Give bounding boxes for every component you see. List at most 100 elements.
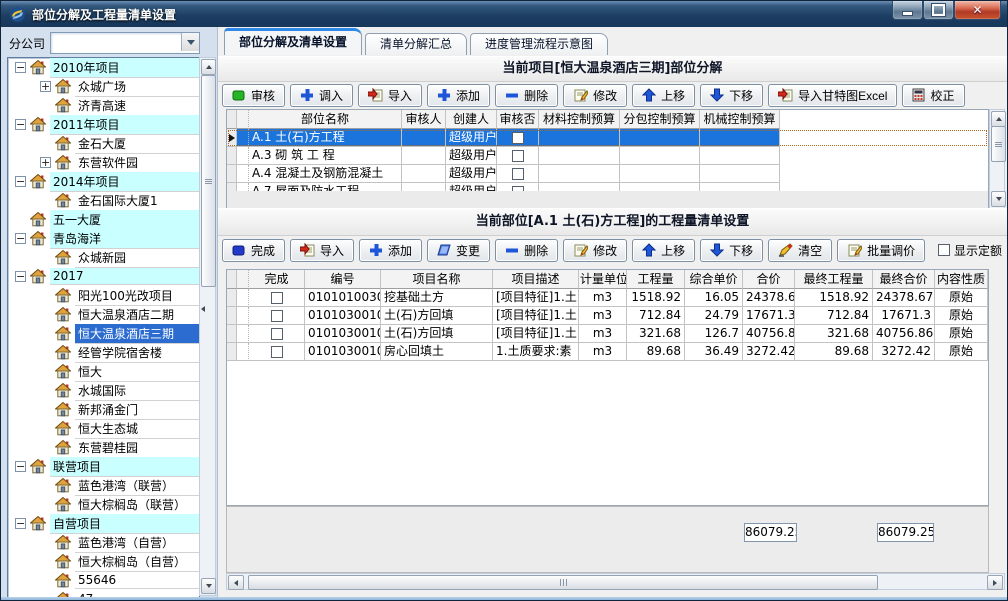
- toolbar-button-1[interactable]: 完成: [222, 239, 285, 262]
- tree-item[interactable]: 恒大棕榈岛（自营）: [8, 552, 199, 571]
- boq-cell-price[interactable]: 126.7: [685, 325, 743, 343]
- auditor-cell[interactable]: [402, 147, 446, 165]
- boq-cell-price[interactable]: 16.05: [685, 289, 743, 307]
- boq-cell-qty[interactable]: 89.68: [627, 343, 685, 361]
- audited-cell[interactable]: [497, 129, 539, 147]
- boq-cell-final-qty[interactable]: 1518.92: [795, 289, 873, 307]
- boq-cell-total[interactable]: 24378.67: [743, 289, 795, 307]
- done-cell[interactable]: [249, 325, 305, 343]
- boq-cell-unit[interactable]: m3: [579, 343, 627, 361]
- collapse-icon[interactable]: −: [15, 271, 26, 282]
- boq-cell-final-total[interactable]: 3272.42: [873, 343, 935, 361]
- toolbar-button-4[interactable]: 添加: [427, 84, 490, 107]
- toolbar-button-2[interactable]: 调入: [290, 84, 353, 107]
- material-budget-cell[interactable]: [539, 165, 620, 183]
- auditor-cell[interactable]: [402, 165, 446, 183]
- toolbar-button-9[interactable]: 导入甘特图Excel: [768, 84, 897, 107]
- audited-cell[interactable]: [497, 147, 539, 165]
- toolbar-button-7[interactable]: 上移: [632, 239, 695, 262]
- subcontract-budget-cell[interactable]: [620, 165, 700, 183]
- tree-item[interactable]: −联营项目: [8, 457, 199, 476]
- boq-cell-total[interactable]: 40756.86: [743, 325, 795, 343]
- tree-scrollbar[interactable]: [199, 57, 216, 596]
- tree-item[interactable]: −2010年项目: [8, 58, 199, 77]
- boq-cell-nature[interactable]: 原始: [935, 307, 988, 325]
- tree-item[interactable]: 恒大生态城: [8, 419, 199, 438]
- material-budget-cell[interactable]: [539, 147, 620, 165]
- boq-cell-final-qty[interactable]: 89.68: [795, 343, 873, 361]
- boq-cell-price[interactable]: 24.79: [685, 307, 743, 325]
- boq-cell-name[interactable]: 土(石)方回填: [381, 307, 493, 325]
- tree-item[interactable]: −自营项目: [8, 514, 199, 533]
- boq-cell-desc[interactable]: [项目特征]1.土: [493, 325, 579, 343]
- creator-cell[interactable]: 超级用户: [446, 129, 497, 147]
- hscroll-right-button[interactable]: [987, 575, 1003, 590]
- boq-cell-total[interactable]: 3272.42: [743, 343, 795, 361]
- boq-cell-final-total[interactable]: 40756.86: [873, 325, 935, 343]
- tree-item[interactable]: 恒大棕榈岛（联营）: [8, 495, 199, 514]
- close-button[interactable]: ✕: [954, 1, 1001, 20]
- horizontal-scrollbar[interactable]: [226, 573, 1005, 590]
- tree-item[interactable]: 金石国际大厦1: [8, 191, 199, 210]
- toolbar-button-8[interactable]: 下移: [700, 239, 763, 262]
- boq-cell-final-total[interactable]: 24378.67: [873, 289, 935, 307]
- parts-table-scrollbar[interactable]: [989, 109, 1005, 209]
- restore-button[interactable]: [923, 1, 954, 20]
- collapse-icon[interactable]: −: [15, 62, 26, 73]
- tree-scroll-thumb[interactable]: [201, 75, 216, 287]
- parts-table-row[interactable]: A.4 混凝土及钢筋混凝土 超级用户: [227, 165, 988, 183]
- parts-scroll-up-button[interactable]: [991, 111, 1006, 127]
- boq-cell-code[interactable]: 010101003001: [305, 289, 381, 307]
- tree-item[interactable]: 恒大: [8, 362, 199, 381]
- tree-item[interactable]: −青岛海洋: [8, 229, 199, 248]
- boq-cell-unit[interactable]: m3: [579, 289, 627, 307]
- toolbar-button-5[interactable]: 删除: [495, 239, 558, 262]
- done-cell[interactable]: [249, 343, 305, 361]
- expand-icon[interactable]: +: [40, 157, 51, 168]
- audited-checkbox[interactable]: [512, 150, 524, 162]
- parts-table-row[interactable]: A.3 砌 筑 工 程超级用户: [227, 147, 988, 165]
- tree-item[interactable]: 五一大厦: [8, 210, 199, 229]
- tree-scroll-up-button[interactable]: [201, 59, 216, 75]
- toolbar-button-5[interactable]: 删除: [495, 84, 558, 107]
- boq-cell-total[interactable]: 17671.3: [743, 307, 795, 325]
- boq-cell-code[interactable]: 010103001002: [305, 325, 381, 343]
- boq-cell-code[interactable]: 010103001001: [305, 307, 381, 325]
- tab-3[interactable]: 进度管理流程示意图: [470, 33, 608, 55]
- boq-cell-unit[interactable]: m3: [579, 307, 627, 325]
- audited-checkbox[interactable]: [512, 132, 524, 144]
- company-select-dropdown-button[interactable]: [181, 33, 199, 51]
- creator-cell[interactable]: 超级用户: [446, 165, 497, 183]
- show-quota-checkbox[interactable]: [938, 244, 950, 256]
- auditor-cell[interactable]: [402, 129, 446, 147]
- tree-item[interactable]: +众城广场: [8, 77, 199, 96]
- toolbar-button-9[interactable]: 清空: [768, 239, 832, 262]
- boq-cell-name[interactable]: 土(石)方回填: [381, 325, 493, 343]
- boq-cell-desc[interactable]: [项目特征]1.土: [493, 289, 579, 307]
- boq-cell-qty[interactable]: 321.68: [627, 325, 685, 343]
- subcontract-budget-cell[interactable]: [620, 147, 700, 165]
- toolbar-button-10[interactable]: 批量调价: [837, 239, 925, 262]
- hscroll-left-button[interactable]: [228, 575, 244, 590]
- part-name-cell[interactable]: A.4 混凝土及钢筋混凝土: [249, 165, 402, 183]
- done-checkbox[interactable]: [271, 292, 283, 304]
- boq-cell-nature[interactable]: 原始: [935, 325, 988, 343]
- parts-table-row[interactable]: A.1 土(石)方工程超级用户: [227, 129, 988, 147]
- collapse-icon[interactable]: −: [15, 233, 26, 244]
- tree-item[interactable]: 东营碧桂园: [8, 438, 199, 457]
- toolbar-button-8[interactable]: 下移: [700, 84, 763, 107]
- done-cell[interactable]: [249, 307, 305, 325]
- toolbar-button-3[interactable]: 添加: [359, 239, 422, 262]
- toolbar-button-4[interactable]: 变更: [427, 239, 490, 262]
- subcontract-budget-cell[interactable]: [620, 129, 700, 147]
- tree-item[interactable]: 水城国际: [8, 381, 199, 400]
- tab-1[interactable]: 部位分解及清单设置: [224, 28, 362, 55]
- collapse-icon[interactable]: −: [15, 176, 26, 187]
- boq-cell-desc[interactable]: 1.土质要求:素: [493, 343, 579, 361]
- boq-cell-name[interactable]: 挖基础土方: [381, 289, 493, 307]
- boq-cell-nature[interactable]: 原始: [935, 343, 988, 361]
- boq-cell-name[interactable]: 房心回填土: [381, 343, 493, 361]
- tree-item[interactable]: 55646: [8, 571, 199, 590]
- done-checkbox[interactable]: [271, 328, 283, 340]
- creator-cell[interactable]: 超级用户: [446, 147, 497, 165]
